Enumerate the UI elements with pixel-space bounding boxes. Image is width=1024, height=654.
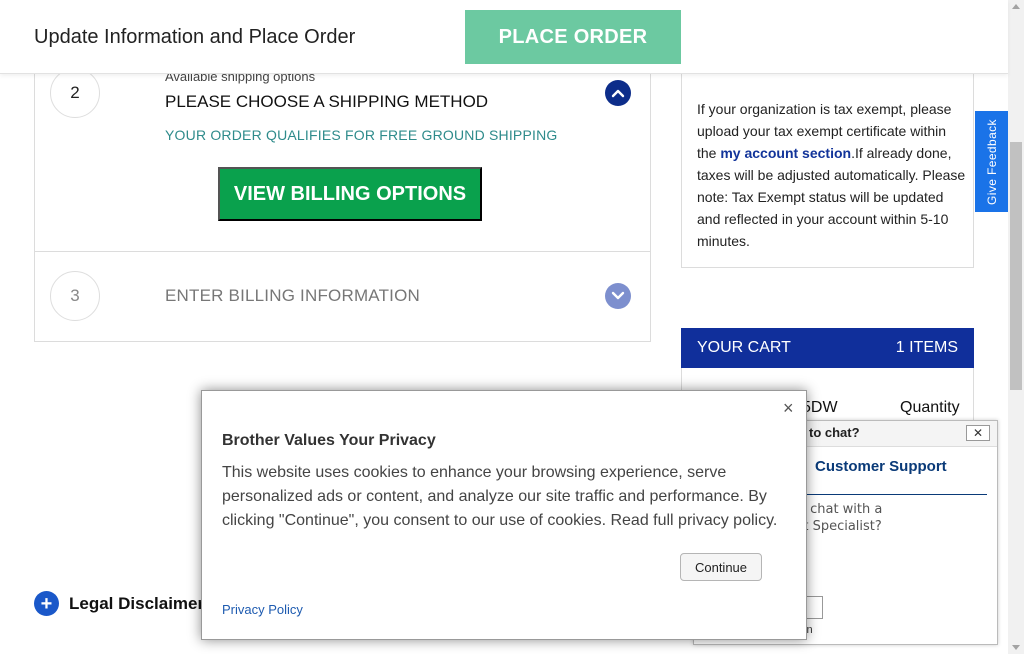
billing-info-title[interactable]: ENTER BILLING INFORMATION <box>165 286 420 306</box>
chat-prompt: to chat? <box>809 425 860 440</box>
chevron-down-icon <box>611 291 625 300</box>
give-feedback-label: Give Feedback <box>984 118 999 205</box>
page-scrollbar[interactable] <box>1008 0 1024 654</box>
cart-title: YOUR CART <box>697 339 791 356</box>
expand-billing-button[interactable] <box>605 283 631 309</box>
step-divider <box>35 251 650 252</box>
shipping-method-title: PLEASE CHOOSE A SHIPPING METHOD <box>165 92 489 111</box>
continue-button[interactable]: Continue <box>680 553 762 581</box>
privacy-modal: × Brother Values Your Privacy This websi… <box>201 390 807 640</box>
checkout-steps: 2 Available shipping options PLEASE CHOO… <box>34 60 651 342</box>
scroll-thumb[interactable] <box>1010 142 1022 390</box>
cart-header: YOUR CART 1 ITEMS <box>681 328 974 368</box>
give-feedback-tab[interactable]: Give Feedback <box>975 111 1008 212</box>
scroll-up-arrow-icon[interactable] <box>1012 4 1020 9</box>
cart-count: 1 ITEMS <box>895 339 958 356</box>
free-shipping-notice: YOUR ORDER QUALIFIES FOR FREE GROUND SHI… <box>165 127 558 143</box>
collapse-shipping-button[interactable] <box>605 80 631 106</box>
plus-icon: + <box>34 591 59 616</box>
chat-divider <box>798 494 987 495</box>
modal-body-text: This website uses cookies to enhance you… <box>222 464 778 529</box>
place-order-button[interactable]: PLACE ORDER <box>465 10 681 64</box>
legal-disclaimer-label: Legal Disclaimer <box>69 593 205 613</box>
chat-title: Customer Support <box>815 458 947 475</box>
legal-disclaimer-toggle[interactable]: + Legal Disclaimer <box>34 591 204 616</box>
cart-item-model: 5DW <box>802 399 838 416</box>
checkout-header: Update Information and Place Order PLACE… <box>0 0 1008 74</box>
my-account-link[interactable]: my account section <box>720 145 851 161</box>
modal-close-button[interactable]: × <box>783 399 794 417</box>
chevron-up-icon <box>611 89 625 98</box>
cart-quantity-label: Quantity <box>900 399 960 416</box>
view-billing-options-button[interactable]: VIEW BILLING OPTIONS <box>218 167 482 221</box>
chat-message-line-1: o chat with a <box>798 502 883 517</box>
step-3-number: 3 <box>50 271 100 321</box>
step-2-number: 2 <box>50 68 100 118</box>
scroll-down-arrow-icon[interactable] <box>1012 645 1020 650</box>
tax-exempt-notice: If your organization is tax exempt, plea… <box>681 60 974 268</box>
modal-title: Brother Values Your Privacy <box>222 432 436 449</box>
chat-close-button[interactable]: ✕ <box>966 425 990 441</box>
tax-exempt-text: If your organization is tax exempt, plea… <box>697 98 967 252</box>
chat-message-line-2: rt Specialist? <box>798 519 882 534</box>
privacy-policy-link[interactable]: Privacy Policy <box>222 602 303 617</box>
page-title: Update Information and Place Order <box>34 26 356 48</box>
